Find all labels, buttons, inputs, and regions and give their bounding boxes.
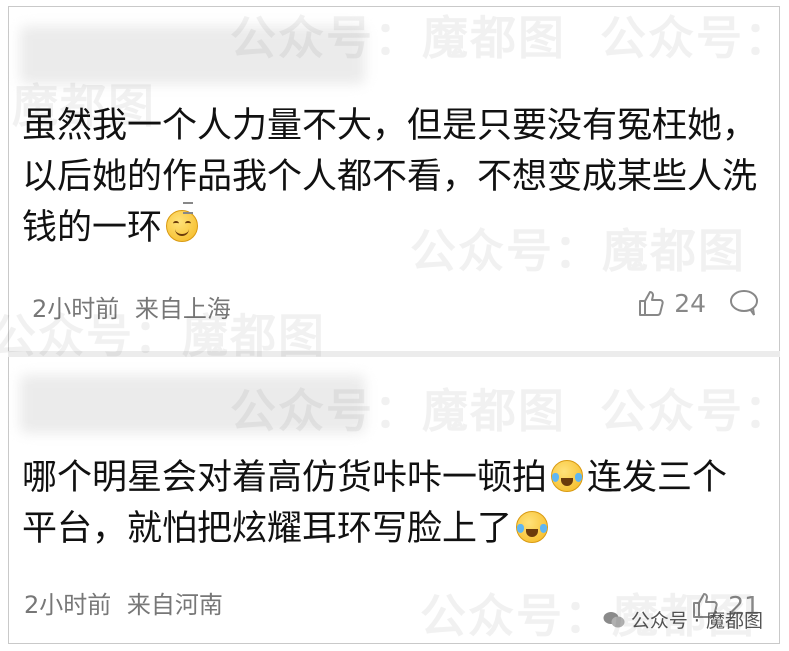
comment-meta: 2小时前 来自河南 [24,585,231,620]
thumbs-up-icon [636,288,666,318]
comment-time: 2小时前 [32,295,120,323]
comment-location: 来自上海 [134,295,231,323]
source-label: 公众号 · 魔都图 [630,610,763,632]
blurred-username [20,375,365,433]
source-watermark: 公众号 · 魔都图 [603,606,763,633]
comment-time: 2小时前 [24,591,112,619]
comment-item: 虽然我一个人力量不大，但是只要没有冤枉她，以后她的作品我个人都不看，不想变成某些… [8,6,780,351]
laugh-cry-emoji-icon [551,460,584,492]
comment-text: 哪个明星会对着高仿货咔咔一顿拍 连发三个平台，就怕把炫耀耳环写脸上了 [22,458,728,549]
wechat-icon [603,611,625,629]
reply-button[interactable] [728,288,760,318]
sweat-smile-emoji-icon [166,202,199,242]
comment-location: 来自河南 [126,591,223,619]
laugh-cry-emoji-icon [516,511,549,543]
comment-meta: 2小时前 来自上海 [32,289,239,324]
like-count: 24 [674,288,706,318]
comment-actions: 24 [636,288,760,318]
comment-text: 虽然我一个人力量不大，但是只要没有冤枉她，以后她的作品我个人都不看，不想变成某些… [22,106,758,248]
comment-bubble-icon [728,288,760,318]
blurred-username [20,26,365,84]
like-button[interactable]: 24 [636,288,706,318]
